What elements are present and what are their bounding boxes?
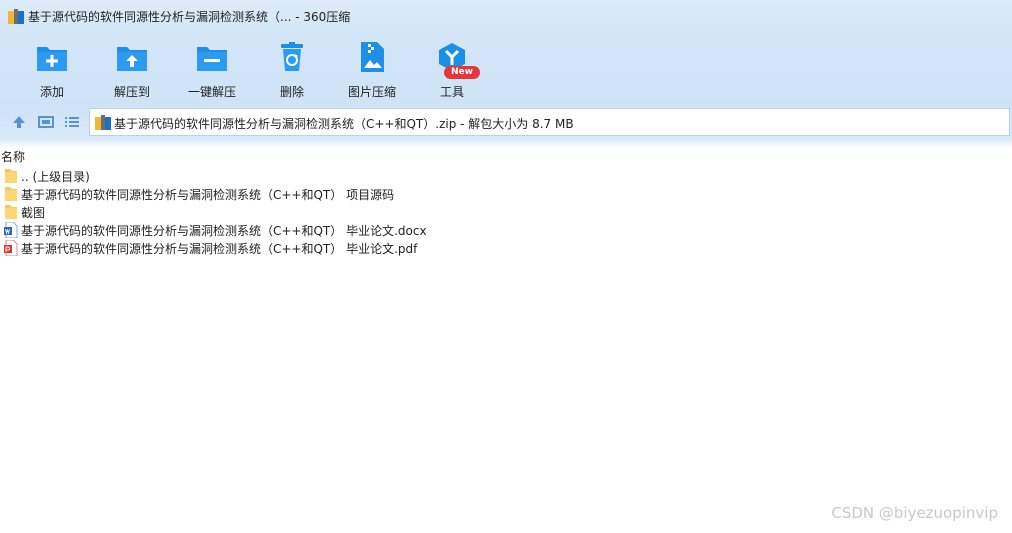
delete-label: 删除 <box>279 85 304 99</box>
one-click-extract-button[interactable]: 一键解压 <box>177 40 247 100</box>
watermark: CSDN @biyezuopinvip <box>831 504 998 522</box>
window-title: 基于源代码的软件同源性分析与漏洞检测系统（... - 360压缩 <box>28 10 351 24</box>
add-label: 添加 <box>39 85 64 99</box>
list-item[interactable]: 截图 <box>0 203 1012 221</box>
name-column-header[interactable]: 名称 <box>1 148 25 165</box>
list-item[interactable]: 基于源代码的软件同源性分析与漏洞检测系统（C++和QT） 项目源码 <box>0 185 1012 203</box>
recycle-bin-icon <box>281 42 303 71</box>
path-text: 基于源代码的软件同源性分析与漏洞检测系统（C++和QT）.zip - 解包大小为… <box>114 117 574 131</box>
image-compress-label: 图片压缩 <box>347 85 396 99</box>
toolbar: 添加 解压到 一键解压 删除 图片压缩 工具 New <box>0 34 1012 105</box>
folder-icon <box>5 169 17 183</box>
image-compress-icon <box>361 42 384 72</box>
file-list: .. (上级目录) 基于源代码的软件同源性分析与漏洞检测系统（C++和QT） 项… <box>0 167 1012 257</box>
thumbnail-view-icon[interactable] <box>38 114 54 130</box>
extract-to-label: 解压到 <box>113 85 150 99</box>
file-name: 基于源代码的软件同源性分析与漏洞检测系统（C++和QT） 项目源码 <box>21 188 395 202</box>
one-click-extract-label: 一键解压 <box>187 85 236 99</box>
image-compress-button[interactable]: 图片压缩 <box>337 40 407 100</box>
address-bar: 基于源代码的软件同源性分析与漏洞检测系统（C++和QT）.zip - 解包大小为… <box>0 105 1012 139</box>
add-folder-icon <box>37 47 67 71</box>
folder-icon <box>5 205 17 219</box>
list-item[interactable]: 基于源代码的软件同源性分析与漏洞检测系统（C++和QT） 毕业论文.docx <box>0 221 1012 239</box>
list-item[interactable]: 基于源代码的软件同源性分析与漏洞检测系统（C++和QT） 毕业论文.pdf <box>0 239 1012 257</box>
file-name: 基于源代码的软件同源性分析与漏洞检测系统（C++和QT） 毕业论文.pdf <box>21 242 418 256</box>
path-field[interactable]: 基于源代码的软件同源性分析与漏洞检测系统（C++和QT）.zip - 解包大小为… <box>89 108 1010 136</box>
archive-icon <box>95 115 111 130</box>
add-button[interactable]: 添加 <box>17 40 87 100</box>
file-name: 基于源代码的软件同源性分析与漏洞检测系统（C++和QT） 毕业论文.docx <box>21 224 427 238</box>
extract-to-button[interactable]: 解压到 <box>97 40 167 100</box>
extract-to-icon <box>117 47 147 71</box>
folder-icon <box>5 187 17 201</box>
new-badge: New <box>444 66 480 79</box>
delete-button[interactable]: 删除 <box>257 40 327 100</box>
list-view-icon[interactable] <box>64 114 80 130</box>
archive-icon <box>8 9 24 24</box>
one-click-extract-icon <box>197 47 227 71</box>
word-document-icon <box>4 222 18 238</box>
pdf-document-icon <box>4 240 18 256</box>
file-name: 截图 <box>21 206 46 220</box>
title-bar: 基于源代码的软件同源性分析与漏洞检测系统（... - 360压缩 <box>0 0 1012 34</box>
up-arrow-icon[interactable] <box>11 114 27 130</box>
file-name: .. (上级目录) <box>21 170 90 184</box>
separator <box>0 139 1012 148</box>
list-item[interactable]: .. (上级目录) <box>0 167 1012 185</box>
tools-label: 工具 <box>439 85 464 99</box>
